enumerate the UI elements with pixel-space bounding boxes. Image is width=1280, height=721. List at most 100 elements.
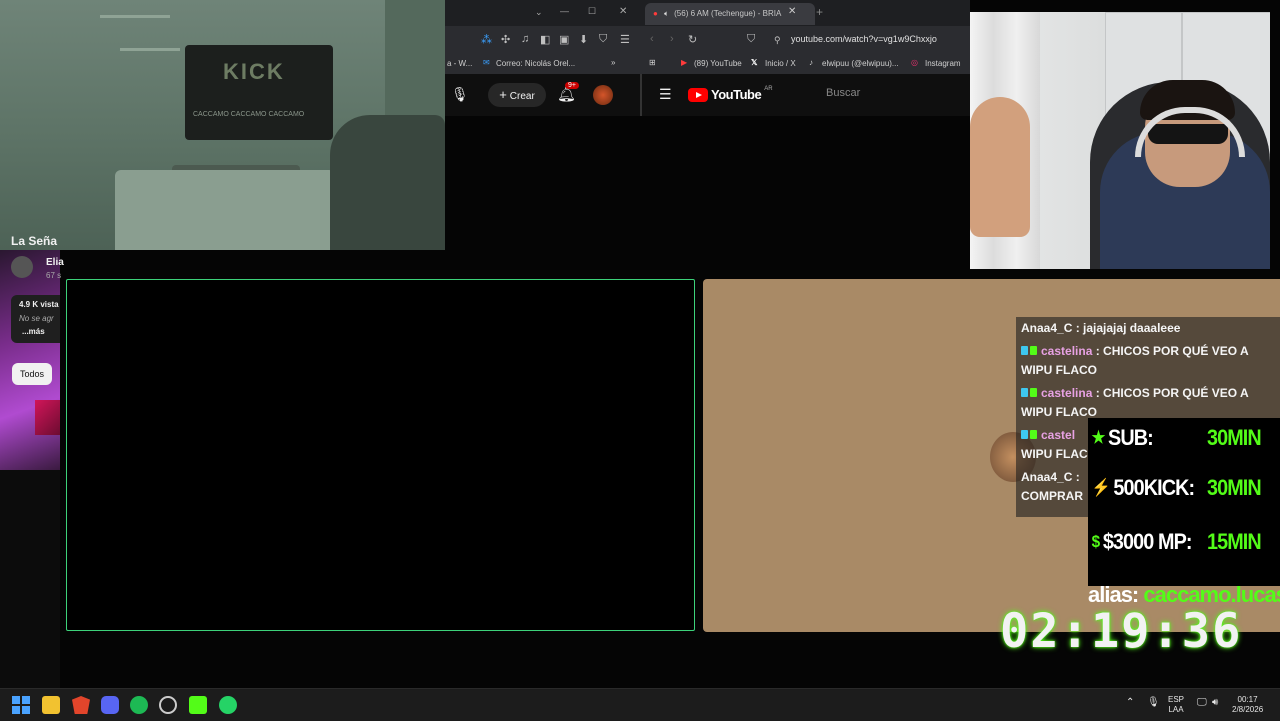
bookmark-icon[interactable]: ⛉ [747,33,755,46]
site-info-icon[interactable]: ⚲ [774,35,781,46]
create-button[interactable]: + Crear [488,83,546,107]
minimize-icon[interactable]: — [560,6,569,16]
video-thumbnail[interactable] [0,250,60,470]
music-icon[interactable]: ♫ [521,33,529,45]
browser-toolbar: ⁂ ✣ ♫ ◧ ▣ ⬇ ⛉ ☰ ‹ › ↻ ⛉ ⚲ youtube.com/wa… [445,26,970,54]
wallet-icon[interactable]: ▣ [559,33,569,46]
tab-title: (56) 6 AM (Techengue) - BRIA [674,9,782,18]
x-bookmark-icon: 𝕏 [751,58,758,67]
language-indicator[interactable]: ESP LAA [1168,695,1184,715]
outlook-icon: ✉ [483,58,490,67]
windows-start-icon[interactable] [12,696,30,714]
instagram-bookmark-icon: ◎ [911,58,918,67]
discord-icon[interactable] [101,696,119,714]
subathon-timer: 02:19:36 [1000,604,1243,659]
video-player[interactable] [66,279,695,631]
view-count: 4.9 K vista [19,300,59,309]
obs-icon[interactable] [159,696,177,714]
bookmarks-bar: a - W... ✉ Correo: Nicolás Orel... » ⊞ ▶… [445,54,970,74]
bookmark-item[interactable]: Instagram [925,59,961,68]
back-icon[interactable]: ‹ [650,33,654,45]
bookmark-item[interactable]: Correo: Nicolás Orel... [496,59,575,68]
shelf [120,48,180,51]
bed [115,170,335,250]
goal-row: ⚡ 500KICK: 30MIN [1088,468,1262,508]
region-code: AR [764,85,773,92]
bookmark-item[interactable]: elwipuu (@elwipuu)... [822,59,899,68]
forward-icon[interactable]: › [670,33,674,45]
raised-hand [970,97,1030,237]
kick-icon[interactable] [189,696,207,714]
verified-badge-icon [1021,388,1028,397]
streamer-webcam [970,12,1270,269]
more-link[interactable]: ...más [22,327,45,336]
channel-name[interactable]: Elia [46,257,64,268]
plus-icon: + [499,87,507,102]
gaming-chair [330,115,445,250]
spotify-icon[interactable] [130,696,148,714]
banner-subtext: CACCAMO CACCAMO CACCAMO [193,111,305,118]
window-chevron-icon[interactable]: ⌄ [535,7,543,18]
file-explorer-icon[interactable] [42,696,60,714]
goal-label: 500KICK: [1113,475,1195,500]
shield-icon[interactable]: ⛉ [599,33,607,46]
more-bookmarks-icon[interactable]: » [611,58,615,67]
sidebar-icon[interactable]: ◧ [540,33,550,46]
goal-row: ★ SUB: 30MIN [1088,418,1262,458]
search-input[interactable]: Buscar [826,87,860,99]
whatsapp-icon[interactable] [219,696,237,714]
subscriber-count: 67 s [46,271,62,280]
create-label: Crear [509,91,535,102]
filter-chip-all[interactable]: Todos [12,363,52,385]
tiktok-bookmark-icon: ♪ [809,58,813,67]
network-icon[interactable]: 🖵 [1197,698,1207,708]
star-icon: ★ [1091,428,1106,447]
chat-text: WIPU FLACO [1021,447,1097,461]
chat-username: castelina [1041,386,1093,400]
brave-browser-icon[interactable] [72,696,90,714]
tray-chevron-icon[interactable]: ⌃ [1126,698,1134,708]
youtube-header: 🎙︎ + Crear 🔔︎ 9+ ☰ YouTube AR Buscar [445,74,970,116]
clock-time: 00:17 [1237,695,1258,704]
hamburger-menu-icon[interactable]: ☰ [659,86,672,103]
maximize-icon[interactable]: ☐ [588,6,596,17]
related-video-thumbnail[interactable] [35,400,60,435]
microphone-tray-icon[interactable]: 🎙︎ [1147,698,1160,708]
extension-icon[interactable]: ⁂ [481,33,492,46]
bookmark-item[interactable]: Inicio / X [765,59,796,68]
goal-label: $3000 MP: [1102,529,1193,554]
menu-icon[interactable]: ☰ [620,33,630,46]
tab-close-icon[interactable]: ✕ [788,6,796,17]
clock[interactable]: 00:17 2/8/2026 [1232,695,1263,715]
room-camera-feed: KICK CACCAMO CACCAMO CACCAMO [0,0,445,250]
bookmark-item[interactable]: a - W... [447,59,472,68]
goal-row: $ $3000 MP: 15MIN [1088,522,1262,562]
chat-username: castelina [1041,344,1093,358]
lightning-icon: ⚡ [1091,478,1111,497]
address-bar[interactable]: youtube.com/watch?v=vg1w9Chxxjo [791,34,937,44]
windows-taskbar: ⌃ 🎙︎ ESP LAA 🖵 🔊︎ 00:17 2/8/2026 [0,688,1280,721]
puzzle-icon[interactable]: ✣ [501,33,510,46]
microphone-icon[interactable]: 🎙︎ [451,86,469,103]
youtube-logo-text: YouTube [711,87,762,102]
sub-badge-icon [1030,346,1037,355]
channel-avatar[interactable] [11,256,33,278]
download-icon[interactable]: ⬇ [579,33,588,46]
close-icon[interactable]: ✕ [619,6,627,17]
new-tab-icon[interactable]: + [816,5,823,19]
dollar-icon: $ [1091,532,1101,551]
bookmark-item[interactable]: (89) YouTube [694,59,742,68]
avatar[interactable] [593,85,613,105]
goal-label: SUB: [1108,425,1154,450]
video-title[interactable]: La Seña [11,234,57,248]
chat-username: Anaa4_C [1021,470,1073,484]
goal-value: 30MIN [1206,425,1262,450]
reload-icon[interactable]: ↻ [688,33,697,46]
youtube-logo[interactable]: YouTube AR [688,85,773,102]
volume-icon[interactable]: 🔊︎ [1212,698,1218,708]
split-divider [640,74,642,116]
kick-banner: KICK CACCAMO CACCAMO CACCAMO [185,45,333,140]
layout-code: LAA [1168,705,1184,714]
description-text: No se agr [19,314,54,323]
apps-grid-icon[interactable]: ⊞ [649,58,656,67]
